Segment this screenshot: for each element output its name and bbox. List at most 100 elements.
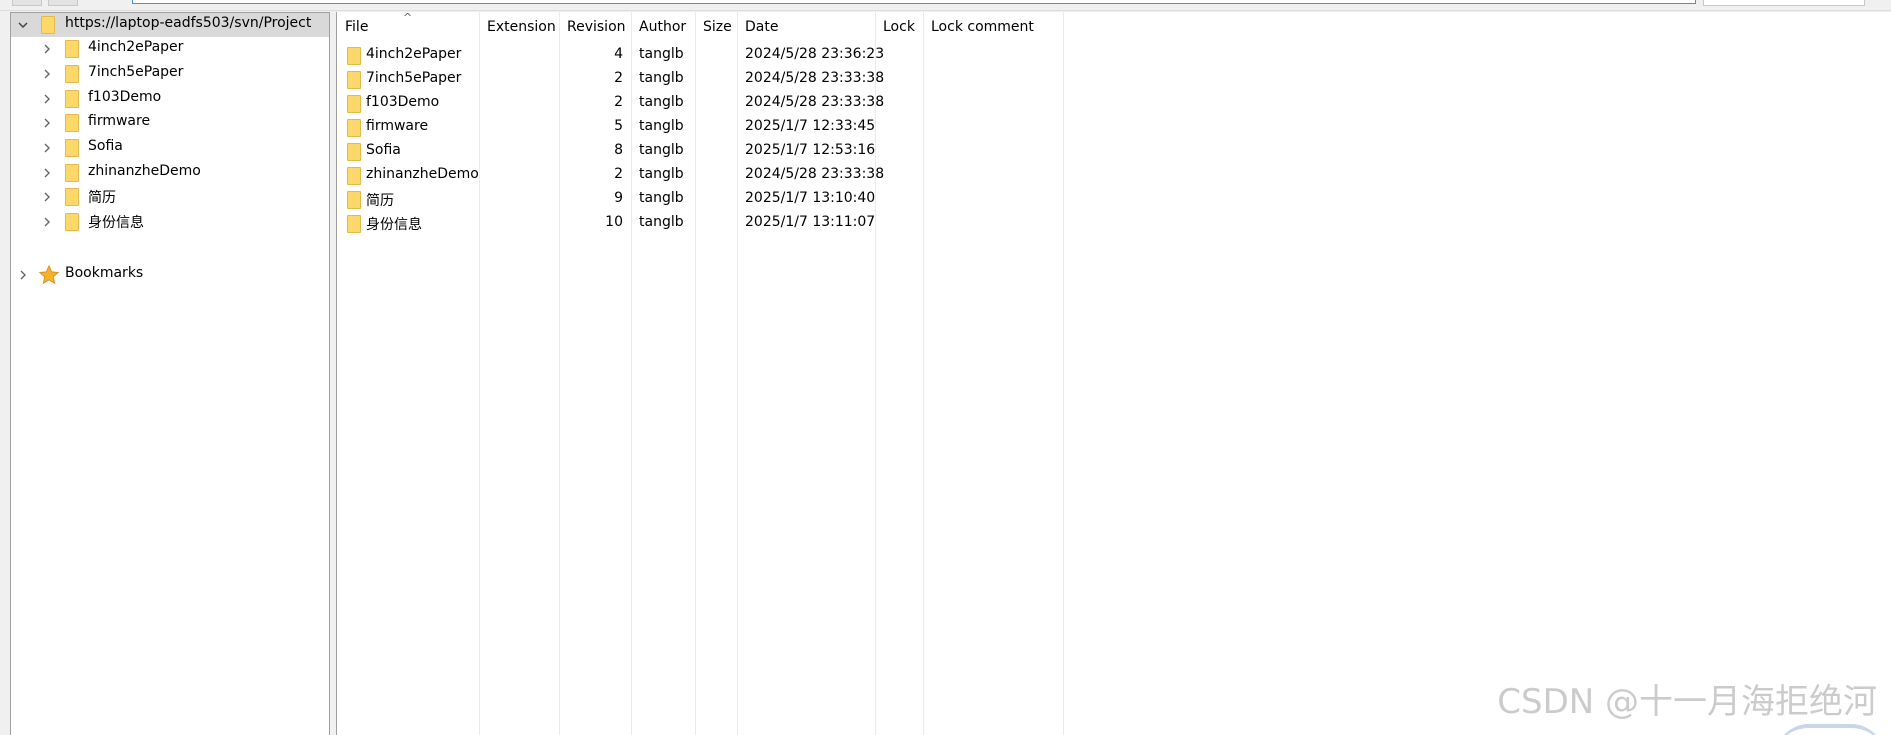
folder-icon bbox=[65, 213, 79, 231]
tree-item[interactable]: f103Demo bbox=[11, 87, 329, 111]
column-header-revision[interactable]: Revision bbox=[559, 12, 631, 42]
column-header-label: Author bbox=[639, 19, 687, 35]
revision-cell: 2 bbox=[614, 70, 623, 86]
url-input[interactable] bbox=[132, 0, 1696, 4]
file-name: zhinanzheDemo bbox=[366, 166, 479, 182]
date-cell: 2024/5/28 23:36:23 bbox=[745, 46, 885, 62]
chevron-right-icon[interactable] bbox=[40, 190, 54, 204]
table-row[interactable]: zhinanzheDemo 2 tanglb 2024/5/28 23:33:3… bbox=[337, 164, 1063, 188]
file-name: 身份信息 bbox=[366, 217, 422, 233]
tree-root-label: https://laptop-eadfs503/svn/Project bbox=[65, 15, 312, 31]
folder-icon bbox=[347, 47, 361, 65]
date-cell: 2025/1/7 13:11:07 bbox=[745, 214, 876, 230]
bookmarks-item[interactable]: Bookmarks bbox=[11, 263, 329, 287]
tree-item-label: zhinanzheDemo bbox=[88, 163, 201, 179]
column-divider[interactable] bbox=[1063, 12, 1064, 735]
column-header-author[interactable]: Author bbox=[631, 12, 695, 42]
author-cell: tanglb bbox=[639, 214, 684, 230]
tree-item-label: firmware bbox=[88, 113, 151, 129]
tree-item-label: 身份信息 bbox=[88, 215, 144, 231]
star-icon bbox=[38, 264, 60, 286]
author-cell: tanglb bbox=[639, 118, 684, 134]
author-cell: tanglb bbox=[639, 190, 684, 206]
date-cell: 2024/5/28 23:33:38 bbox=[745, 94, 885, 110]
column-header-extension[interactable]: Extension bbox=[479, 12, 559, 42]
back-button[interactable] bbox=[12, 0, 42, 6]
tree-item[interactable]: 4inch2ePaper bbox=[11, 37, 329, 61]
author-cell: tanglb bbox=[639, 46, 684, 62]
tree-item-label: f103Demo bbox=[88, 89, 162, 105]
folder-icon bbox=[65, 90, 79, 108]
file-list[interactable]: ^ File Extension Revision Author Size Da… bbox=[336, 11, 1891, 735]
folder-icon bbox=[347, 143, 361, 161]
toolbar-strip bbox=[0, 0, 1891, 11]
tree-item[interactable]: firmware bbox=[11, 111, 329, 135]
column-header-lock[interactable]: Lock bbox=[875, 12, 923, 42]
tree-item-label: 4inch2ePaper bbox=[88, 39, 184, 55]
table-row[interactable]: 4inch2ePaper 4 tanglb 2024/5/28 23:36:23 bbox=[337, 44, 1063, 68]
file-name: firmware bbox=[366, 118, 429, 134]
folder-icon bbox=[347, 215, 361, 233]
column-header-size[interactable]: Size bbox=[695, 12, 737, 42]
tree-root-item[interactable]: https://laptop-eadfs503/svn/Project bbox=[11, 13, 329, 37]
date-cell: 2025/1/7 12:33:45 bbox=[745, 118, 876, 134]
file-name: 7inch5ePaper bbox=[366, 70, 462, 86]
file-name: Sofia bbox=[366, 142, 401, 158]
tree-item[interactable]: 7inch5ePaper bbox=[11, 62, 329, 86]
table-row[interactable]: 简历 9 tanglb 2025/1/7 13:10:40 bbox=[337, 188, 1063, 212]
table-row[interactable]: 身份信息 10 tanglb 2025/1/7 13:11:07 bbox=[337, 212, 1063, 236]
chevron-right-icon[interactable] bbox=[40, 116, 54, 130]
tree-item-label: 7inch5ePaper bbox=[88, 64, 184, 80]
table-row[interactable]: firmware 5 tanglb 2025/1/7 12:33:45 bbox=[337, 116, 1063, 140]
repo-browser-window: https://laptop-eadfs503/svn/Project 4inc… bbox=[0, 0, 1891, 735]
sort-ascending-icon: ^ bbox=[403, 11, 413, 24]
chevron-right-icon[interactable] bbox=[40, 42, 54, 56]
column-header-label: Lock bbox=[883, 19, 915, 35]
revision-cell: 4 bbox=[614, 46, 623, 62]
author-cell: tanglb bbox=[639, 70, 684, 86]
column-header-label: Extension bbox=[487, 19, 556, 35]
folder-icon bbox=[347, 191, 361, 209]
chevron-right-icon[interactable] bbox=[40, 166, 54, 180]
chevron-right-icon[interactable] bbox=[40, 141, 54, 155]
tree-item[interactable]: zhinanzheDemo bbox=[11, 161, 329, 185]
folder-icon bbox=[65, 65, 79, 83]
table-row[interactable]: Sofia 8 tanglb 2025/1/7 12:53:16 bbox=[337, 140, 1063, 164]
chevron-right-icon[interactable] bbox=[40, 215, 54, 229]
revision-box[interactable] bbox=[1703, 0, 1865, 6]
tree-item[interactable]: 身份信息 bbox=[11, 210, 329, 234]
revision-cell: 2 bbox=[614, 166, 623, 182]
revision-cell: 9 bbox=[614, 190, 623, 206]
table-row[interactable]: f103Demo 2 tanglb 2024/5/28 23:33:38 bbox=[337, 92, 1063, 116]
forward-button[interactable] bbox=[48, 0, 78, 6]
folder-icon bbox=[65, 114, 79, 132]
column-header-label: Size bbox=[703, 19, 732, 35]
chevron-right-icon[interactable] bbox=[40, 67, 54, 81]
date-cell: 2025/1/7 12:53:16 bbox=[745, 142, 876, 158]
folder-icon bbox=[347, 119, 361, 137]
repository-tree[interactable]: https://laptop-eadfs503/svn/Project 4inc… bbox=[10, 12, 330, 735]
tree-item[interactable]: Sofia bbox=[11, 136, 329, 160]
author-cell: tanglb bbox=[639, 166, 684, 182]
folder-icon bbox=[347, 71, 361, 89]
column-header-date[interactable]: Date bbox=[737, 12, 875, 42]
chevron-right-icon[interactable] bbox=[40, 92, 54, 106]
chevron-right-icon[interactable] bbox=[16, 268, 30, 282]
folder-icon bbox=[65, 139, 79, 157]
folder-icon bbox=[65, 188, 79, 206]
file-name: f103Demo bbox=[366, 94, 440, 110]
folder-icon bbox=[347, 95, 361, 113]
column-header-lock-comment[interactable]: Lock comment bbox=[923, 12, 1063, 42]
revision-cell: 8 bbox=[614, 142, 623, 158]
tree-item[interactable]: 简历 bbox=[11, 185, 329, 209]
folder-icon bbox=[347, 167, 361, 185]
table-row[interactable]: 7inch5ePaper 2 tanglb 2024/5/28 23:33:38 bbox=[337, 68, 1063, 92]
author-cell: tanglb bbox=[639, 94, 684, 110]
revision-cell: 5 bbox=[614, 118, 623, 134]
revision-cell: 10 bbox=[605, 214, 623, 230]
tree-item-label: 简历 bbox=[88, 190, 116, 206]
bookmarks-label: Bookmarks bbox=[65, 265, 144, 281]
column-header-file[interactable]: ^ File bbox=[337, 11, 479, 42]
chevron-down-icon[interactable] bbox=[16, 18, 30, 32]
file-name: 4inch2ePaper bbox=[366, 46, 462, 62]
